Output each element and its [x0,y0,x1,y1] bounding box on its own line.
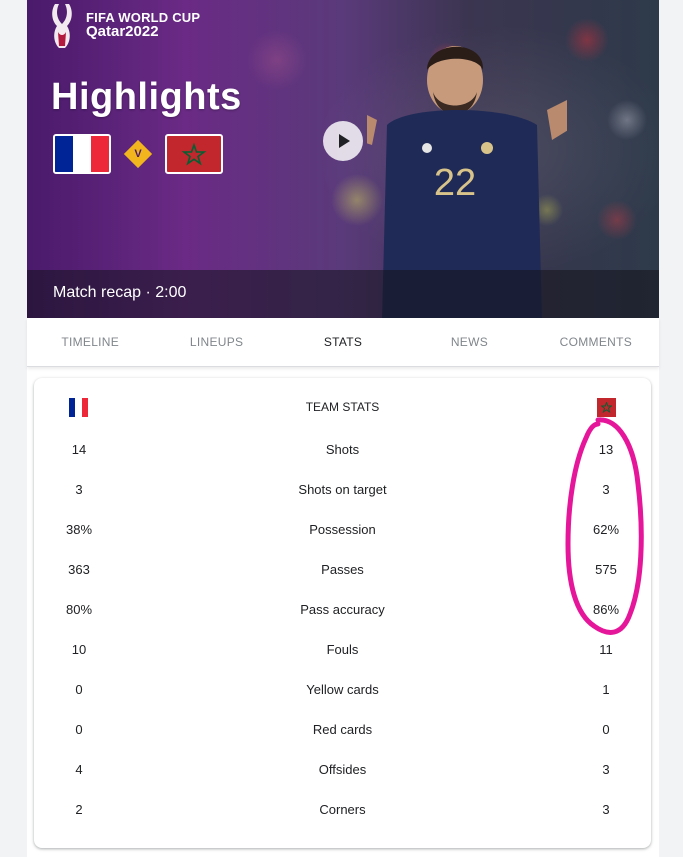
stat-label: Fouls [326,642,359,657]
play-icon [339,134,350,148]
match-tabs: TIMELINE LINEUPS STATS NEWS COMMENTS [27,318,659,367]
match-panel: FIFA WORLD CUP Qatar2022 Highlights V 22 [27,0,659,857]
tab-timeline[interactable]: TIMELINE [27,318,153,366]
world-cup-logo: FIFA WORLD CUP Qatar2022 [49,2,219,52]
stat-row: 38% Possession 62% [34,510,651,550]
stat-row: 2 Corners 3 [34,790,651,830]
morocco-flag-large [165,134,223,174]
hero-title: Highlights [51,76,242,118]
stat-label: Yellow cards [306,682,379,697]
stat-row: 0 Red cards 0 [34,710,651,750]
away-value: 0 [602,722,610,737]
team-stats-card: TEAM STATS 14 Shots 13 3 Shots on target… [34,378,651,848]
away-value: 11 [599,642,613,657]
tab-news[interactable]: NEWS [406,318,532,366]
stat-row: 3 Shots on target 3 [34,470,651,510]
highlights-video[interactable]: FIFA WORLD CUP Qatar2022 Highlights V 22 [27,0,659,318]
stats-title: TEAM STATS [305,400,380,414]
away-value: 3 [602,762,610,777]
away-value: 575 [595,562,617,577]
tab-lineups[interactable]: LINEUPS [153,318,279,366]
stat-label: Passes [321,562,364,577]
stat-row: 10 Fouls 11 [34,630,651,670]
away-value: 13 [598,442,614,457]
away-value: 3 [602,802,610,817]
stat-label: Shots on target [298,482,387,497]
recap-bar: Match recap · 2:00 [27,270,659,318]
morocco-star-icon [181,142,207,166]
match-recap-label: Match recap · 2:00 [53,284,187,301]
tab-comments[interactable]: COMMENTS [533,318,659,366]
stat-row: 4 Offsides 3 [34,750,651,790]
away-value: 86% [592,602,620,617]
away-value: 1 [602,682,610,697]
stat-row: 363 Passes 575 [34,550,651,590]
stat-label: Offsides [318,762,367,777]
stat-row: 80% Pass accuracy 86% [34,590,651,630]
stat-label: Red cards [312,722,373,737]
stat-row: 14 Shots 13 [34,430,651,470]
morocco-flag-icon [597,398,616,417]
france-flag-large [53,134,111,174]
play-button[interactable] [323,121,363,161]
jersey-number: 22 [434,162,476,204]
stat-label: Pass accuracy [300,602,385,617]
world-cup-emblem-icon [52,4,72,48]
stat-label: Shots [325,442,360,457]
stat-row: 0 Yellow cards 1 [34,670,651,710]
away-value: 3 [602,482,610,497]
tab-stats[interactable]: STATS [280,318,406,366]
stat-label: Corners [319,802,366,817]
stat-label: Possession [309,522,376,537]
stats-header: TEAM STATS [34,388,651,426]
away-value: 62% [592,522,620,537]
logo-line-2: Qatar2022 [86,23,159,40]
vs-label: V [134,148,142,160]
